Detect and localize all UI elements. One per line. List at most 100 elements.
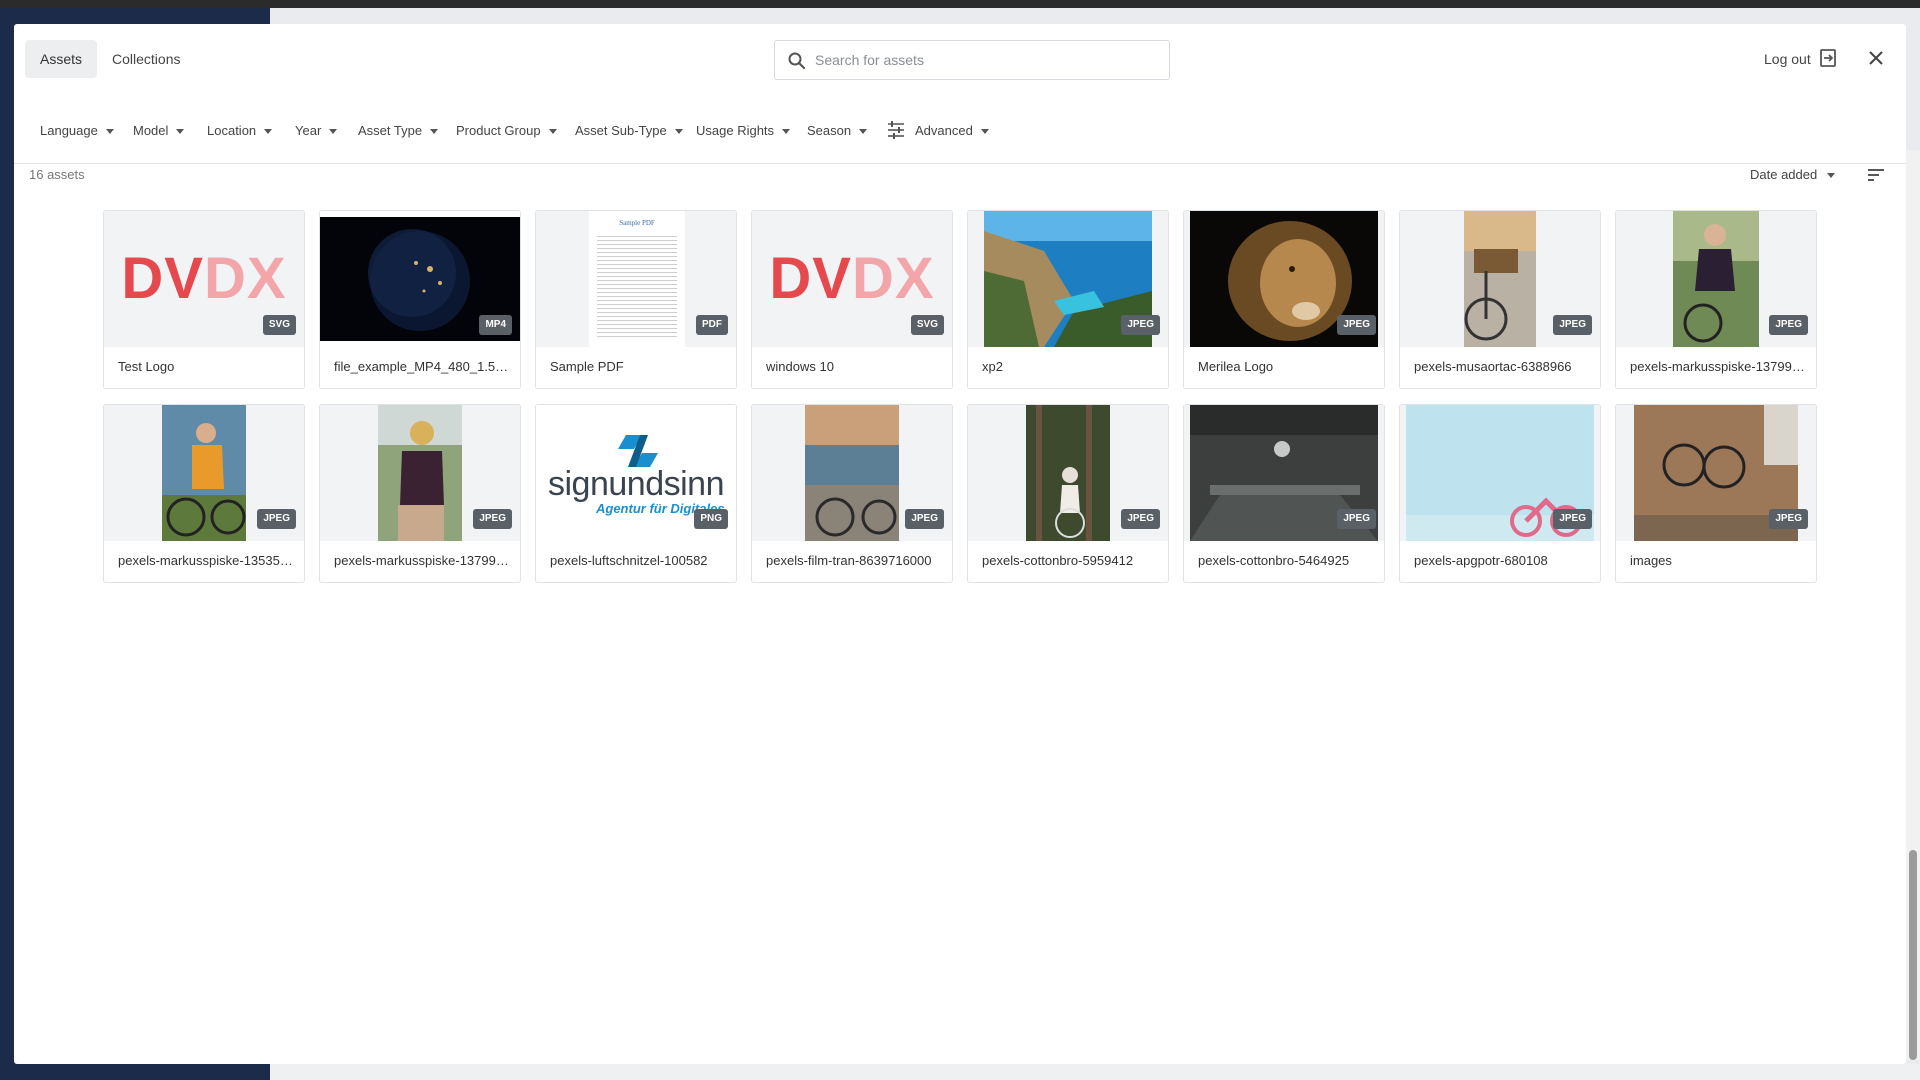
asset-card[interactable]: JPEG pexels-markusspiske-13535634 bbox=[103, 404, 305, 583]
signundsinn-mark-icon bbox=[618, 435, 658, 467]
sliders-icon[interactable] bbox=[886, 120, 906, 140]
filter-label: Asset Sub-Type bbox=[575, 123, 667, 138]
asset-card[interactable]: DVDX SVG windows 10 bbox=[751, 210, 953, 389]
browser-top-bar bbox=[0, 0, 1920, 8]
search-input[interactable] bbox=[815, 41, 1155, 79]
caret-down-icon bbox=[105, 129, 114, 135]
asset-name: windows 10 bbox=[766, 359, 834, 374]
filter-model[interactable]: Model bbox=[133, 120, 185, 142]
asset-name: pexels-markusspiske-13799844 bbox=[334, 553, 510, 568]
asset-card[interactable]: JPEG pexels-musaortac-6388966 bbox=[1399, 210, 1601, 389]
asset-card[interactable]: JPEG pexels-markusspiske-13799845 bbox=[1615, 210, 1817, 389]
filter-label: Language bbox=[40, 123, 98, 138]
search-box bbox=[774, 40, 1170, 80]
asset-thumbnail: signundsinn Agentur für Digitales PNG bbox=[536, 405, 736, 541]
asset-thumbnail: DVDX SVG bbox=[104, 211, 304, 347]
filter-advanced[interactable]: Advanced bbox=[915, 120, 989, 142]
asset-name: pexels-cottonbro-5959412 bbox=[982, 553, 1134, 568]
asset-card[interactable]: JPEG xp2 bbox=[967, 210, 1169, 389]
asset-thumbnail: JPEG bbox=[1400, 405, 1600, 541]
filter-bar: Language Model Location Year Asset Type … bbox=[14, 94, 1906, 164]
logout-icon[interactable] bbox=[1818, 48, 1838, 68]
asset-card[interactable]: JPEG pexels-film-tran-8639716000 bbox=[751, 404, 953, 583]
asset-name: pexels-luftschnitzel-100582 bbox=[550, 553, 708, 568]
asset-card[interactable]: Sample PDF PDF Sample PDF bbox=[535, 210, 737, 389]
filter-label: Location bbox=[207, 123, 257, 138]
filter-label: Model bbox=[133, 123, 169, 138]
asset-count: 16 assets bbox=[29, 167, 85, 182]
asset-thumbnail: JPEG bbox=[968, 211, 1168, 347]
caret-down-icon bbox=[1827, 173, 1836, 179]
filter-product-group[interactable]: Product Group bbox=[456, 120, 557, 142]
asset-thumbnail: JPEG bbox=[752, 405, 952, 541]
asset-card[interactable]: MP4 file_example_MP4_480_1.5MG bbox=[319, 210, 521, 389]
filter-asset-type[interactable]: Asset Type bbox=[358, 120, 439, 142]
tab-assets[interactable]: Assets bbox=[25, 40, 98, 78]
asset-card[interactable]: JPEG pexels-markusspiske-13799844 bbox=[319, 404, 521, 583]
file-type-badge: JPEG bbox=[1337, 509, 1376, 529]
signundsinn-wordmark: signundsinn bbox=[548, 465, 724, 503]
background-bottom-left bbox=[0, 1064, 270, 1080]
filter-season[interactable]: Season bbox=[807, 120, 868, 142]
asset-card[interactable]: JPEG Merilea Logo bbox=[1183, 210, 1385, 389]
dvdx-logo: DVDX bbox=[752, 245, 952, 312]
sort-dropdown[interactable]: Date added bbox=[1750, 167, 1836, 182]
file-type-badge: JPEG bbox=[905, 509, 944, 529]
filter-label: Product Group bbox=[456, 123, 541, 138]
file-type-badge: JPEG bbox=[257, 509, 296, 529]
logout-button[interactable]: Log out bbox=[1764, 48, 1811, 70]
dvdx-fade: DX bbox=[852, 246, 935, 311]
asset-card[interactable]: JPEG pexels-cottonbro-5959412 bbox=[967, 404, 1169, 583]
close-icon[interactable] bbox=[1866, 48, 1886, 68]
filter-language[interactable]: Language bbox=[40, 120, 114, 142]
asset-name: Test Logo bbox=[118, 359, 175, 374]
scrollbar-thumb[interactable] bbox=[1909, 850, 1917, 1060]
asset-name: pexels-markusspiske-13799845 bbox=[1630, 359, 1806, 374]
filter-asset-sub-type[interactable]: Asset Sub-Type bbox=[575, 120, 683, 142]
asset-thumbnail: MP4 bbox=[320, 211, 520, 347]
tab-collections[interactable]: Collections bbox=[97, 40, 195, 78]
asset-name: pexels-markusspiske-13535634 bbox=[118, 553, 294, 568]
caret-down-icon bbox=[980, 129, 989, 135]
asset-card[interactable]: signundsinn Agentur für Digitales PNG pe… bbox=[535, 404, 737, 583]
asset-thumbnail: JPEG bbox=[968, 405, 1168, 541]
filter-usage-rights[interactable]: Usage Rights bbox=[696, 120, 791, 142]
caret-down-icon bbox=[674, 129, 683, 135]
asset-card[interactable]: JPEG pexels-apgpotr-680108 bbox=[1399, 404, 1601, 583]
asset-thumbnail: Sample PDF PDF bbox=[536, 211, 736, 347]
filter-label: Advanced bbox=[915, 123, 973, 138]
asset-name: images bbox=[1630, 553, 1672, 568]
asset-card[interactable]: JPEG images bbox=[1615, 404, 1817, 583]
filter-location[interactable]: Location bbox=[207, 120, 273, 142]
asset-name: pexels-cottonbro-5464925 bbox=[1198, 553, 1350, 568]
file-type-badge: MP4 bbox=[479, 315, 512, 335]
asset-name: file_example_MP4_480_1.5MG bbox=[334, 359, 510, 374]
file-type-badge: PNG bbox=[694, 509, 728, 529]
asset-card[interactable]: JPEG pexels-cottonbro-5464925 bbox=[1183, 404, 1385, 583]
dvdx-fade: DX bbox=[204, 246, 287, 311]
asset-thumbnail: JPEG bbox=[1616, 405, 1816, 541]
caret-down-icon bbox=[176, 129, 185, 135]
dvdx-logo: DVDX bbox=[104, 245, 304, 312]
file-type-badge: JPEG bbox=[1121, 315, 1160, 335]
forest-cyclist-image bbox=[1026, 405, 1110, 541]
background-bottom-strip bbox=[0, 1064, 1920, 1080]
pdf-heading: Sample PDF bbox=[619, 219, 655, 227]
file-type-badge: JPEG bbox=[1121, 509, 1160, 529]
bicycle-basket-image bbox=[1464, 211, 1536, 347]
caret-down-icon bbox=[859, 129, 868, 135]
filter-label: Season bbox=[807, 123, 852, 138]
sort-order-icon[interactable] bbox=[1866, 166, 1886, 184]
filter-year[interactable]: Year bbox=[295, 120, 338, 142]
caret-down-icon bbox=[782, 129, 791, 135]
asset-name: xp2 bbox=[982, 359, 1003, 374]
file-type-badge: JPEG bbox=[1769, 315, 1808, 335]
dvdx-main: DV bbox=[121, 246, 204, 311]
asset-card[interactable]: DVDX SVG Test Logo bbox=[103, 210, 305, 389]
cyclist-image bbox=[378, 405, 462, 541]
asset-name: pexels-film-tran-8639716000 bbox=[766, 553, 932, 568]
filter-label: Usage Rights bbox=[696, 123, 775, 138]
caret-down-icon bbox=[548, 129, 557, 135]
cyclist-image bbox=[162, 405, 246, 541]
caret-down-icon bbox=[264, 129, 273, 135]
